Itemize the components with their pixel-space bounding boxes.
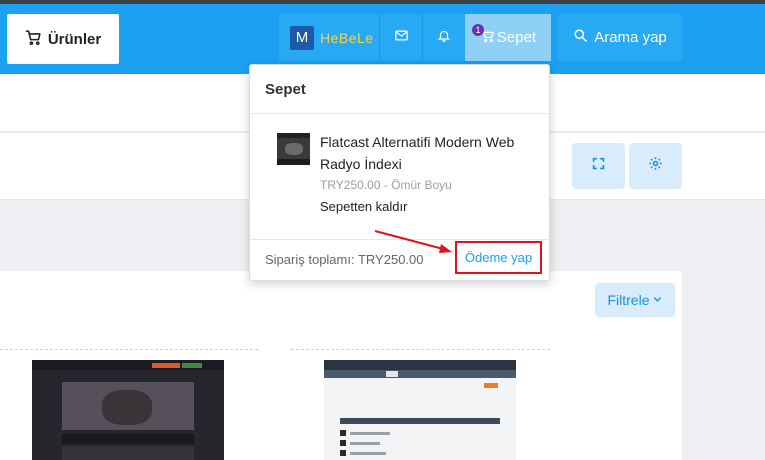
products-button[interactable]: Ürünler	[7, 14, 119, 64]
remove-from-cart-link[interactable]: Sepetten kaldır	[320, 199, 407, 214]
bell-icon	[437, 28, 451, 48]
fullscreen-button[interactable]	[572, 143, 625, 189]
cart-item-thumbnail	[277, 133, 310, 165]
products-label: Ürünler	[47, 30, 102, 48]
cart-label: Sepet	[496, 29, 537, 46]
filter-button[interactable]: Filtrele	[595, 283, 675, 317]
divider	[0, 349, 258, 350]
search-button[interactable]: Arama yap	[558, 14, 682, 61]
product-thumbnail[interactable]	[32, 360, 224, 460]
chevron-down-icon	[652, 292, 663, 308]
user-menu[interactable]: M HeBeLe	[279, 14, 379, 61]
cart-item-price: TRY250.00 - Ömür Boyu	[320, 178, 452, 192]
expand-icon	[592, 157, 605, 175]
settings-button[interactable]	[629, 143, 682, 189]
search-icon	[573, 28, 588, 47]
cart-dropdown-title: Sepet	[265, 81, 306, 98]
checkout-button[interactable]: Ödeme yap	[455, 241, 542, 274]
divider	[250, 113, 549, 114]
annotation-arrow	[374, 230, 452, 253]
cart-item-name[interactable]: Flatcast Alternatifi Modern Web Radyo İn…	[320, 131, 540, 175]
filter-label: Filtrele	[607, 292, 650, 308]
mail-icon	[394, 28, 409, 48]
product-thumbnail[interactable]	[324, 360, 516, 460]
cart-icon	[25, 29, 42, 50]
notifications-button[interactable]	[422, 14, 465, 61]
messages-button[interactable]	[379, 14, 422, 61]
divider	[291, 349, 550, 350]
gear-icon	[648, 156, 663, 176]
search-label: Arama yap	[594, 29, 667, 46]
checkout-label: Ödeme yap	[464, 250, 533, 265]
avatar: M	[290, 25, 314, 50]
cart-button[interactable]: 1 Sepet	[465, 14, 551, 61]
cart-count-badge: 1	[472, 24, 484, 36]
username: HeBeLe	[320, 29, 374, 46]
